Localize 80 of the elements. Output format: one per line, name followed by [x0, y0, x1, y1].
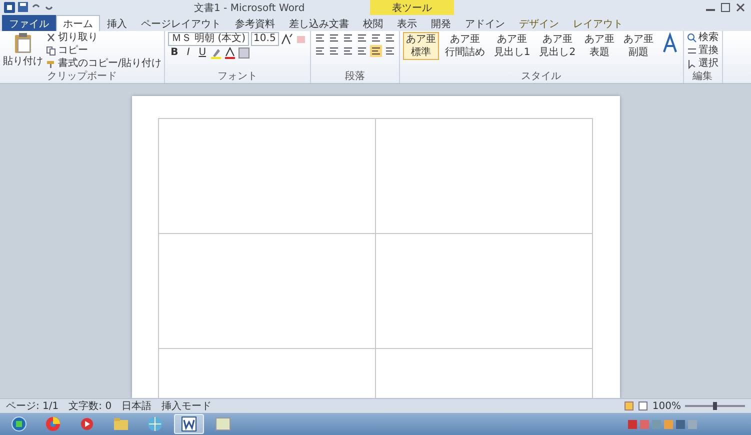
table-cell[interactable]	[158, 119, 376, 234]
ribbon-tab[interactable]: 校閲	[356, 15, 390, 31]
paste-button[interactable]: 貼り付け	[3, 32, 43, 68]
table-cell[interactable]	[376, 234, 592, 349]
paintbrush-icon	[46, 59, 56, 69]
ribbon-tab[interactable]: 参考資料	[228, 15, 282, 31]
ribbon-button[interactable]: 置換	[698, 45, 719, 57]
group-label: 段落	[344, 71, 366, 83]
folder-icon	[113, 416, 129, 432]
format-button[interactable]: B	[168, 47, 180, 59]
ribbon-tab[interactable]: 差し込み文書	[282, 15, 356, 31]
align-icon[interactable]	[384, 45, 396, 57]
ribbon-tab[interactable]: レイアウト	[566, 15, 630, 31]
word-icon	[181, 416, 197, 432]
slider-thumb[interactable]	[713, 402, 717, 410]
page-count[interactable]: ページ: 1/1	[6, 400, 59, 412]
ribbon-button[interactable]: 書式のコピー/貼り付け	[58, 58, 162, 70]
search-icon	[686, 33, 697, 43]
style-tile[interactable]: あア亜 副題	[620, 32, 657, 60]
language-indicator[interactable]: 日本語	[122, 400, 152, 412]
save-icon[interactable]	[18, 2, 28, 12]
start-orb-icon	[11, 416, 27, 432]
list-icon[interactable]	[384, 32, 396, 44]
context-tab-header: 表ツール	[370, 0, 454, 15]
font-name-field[interactable]: ＭＳ 明朝 (本文)	[168, 32, 249, 46]
style-tile[interactable]: あア亜 標準	[402, 32, 439, 60]
align-icon[interactable]	[314, 45, 326, 57]
maximize-icon[interactable]	[721, 3, 730, 12]
ribbon-tab[interactable]: 挿入	[100, 15, 134, 31]
ribbon-tab[interactable]: デザイン	[512, 15, 566, 31]
font-size-field[interactable]: 10.5	[250, 32, 279, 46]
ribbon-button[interactable]: 選択	[698, 58, 719, 70]
ribbon-tab[interactable]: アドイン	[458, 15, 512, 31]
reading-view-icon[interactable]	[638, 401, 648, 411]
word-logo-icon	[4, 2, 15, 13]
align-icon[interactable]	[328, 45, 340, 57]
align-icon[interactable]	[370, 45, 382, 57]
grow-font-icon[interactable]	[280, 33, 293, 45]
style-tile[interactable]: あア亜 見出し1	[490, 32, 534, 60]
align-icon[interactable]	[342, 45, 354, 57]
group-label: フォント	[216, 71, 259, 83]
table-cell[interactable]	[158, 234, 376, 349]
clipboard-icon	[13, 32, 33, 54]
format-button[interactable]: U	[196, 47, 208, 59]
list-icon[interactable]	[356, 32, 368, 44]
ribbon-tab[interactable]: 表示	[390, 15, 424, 31]
close-icon[interactable]	[736, 3, 745, 12]
window-title: 文書1 - Microsoft Word	[194, 2, 305, 14]
ribbon-button[interactable]: 切り取り	[58, 32, 98, 44]
ribbon-button[interactable]: コピー	[58, 45, 88, 57]
font-color-icon[interactable]	[224, 47, 236, 59]
ribbon-tab[interactable]: ホーム	[56, 15, 100, 31]
list-icon[interactable]	[342, 32, 354, 44]
list-icon[interactable]	[370, 32, 382, 44]
window-icon	[215, 416, 231, 432]
zoom-level[interactable]: 100%	[652, 400, 681, 412]
ribbon-tab[interactable]: 開発	[424, 15, 458, 31]
file-tab[interactable]: ファイル	[2, 15, 56, 31]
ribbon-button[interactable]: 検索	[698, 32, 719, 44]
list-icon[interactable]	[314, 32, 326, 44]
print-layout-icon[interactable]	[624, 401, 634, 411]
group-label: スタイル	[520, 71, 562, 83]
table-cell[interactable]	[376, 119, 592, 234]
style-tile[interactable]: あア亜 表題	[582, 32, 618, 60]
copy-icon	[46, 46, 56, 56]
browser-icon	[45, 416, 61, 432]
align-icon[interactable]	[356, 45, 368, 57]
ribbon-tab[interactable]: ページレイアウト	[134, 15, 228, 31]
group-label: クリップボード	[46, 71, 118, 83]
taskbar-button[interactable]	[174, 414, 204, 434]
globe-icon	[147, 416, 163, 432]
style-tile[interactable]: あア亜 行間詰め	[442, 32, 488, 60]
style-tile[interactable]: あア亜 見出し2	[536, 32, 579, 60]
group-label: 編集	[692, 71, 714, 83]
word-count[interactable]: 文字数: 0	[68, 400, 112, 412]
scissors-icon	[46, 33, 56, 43]
media-icon	[79, 416, 95, 432]
format-button[interactable]: I	[182, 47, 194, 59]
list-icon[interactable]	[328, 32, 340, 44]
input-mode[interactable]: 挿入モード	[162, 400, 212, 412]
